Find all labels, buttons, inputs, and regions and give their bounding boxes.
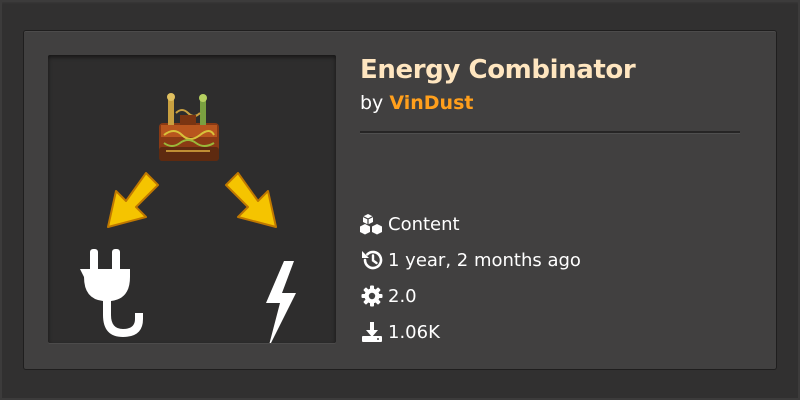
category-text: Content <box>388 213 460 235</box>
divider <box>360 131 740 133</box>
history-icon <box>360 248 388 272</box>
page-frame: Energy Combinator by VinDust Content 1 y… <box>0 0 800 400</box>
cubes-icon <box>360 212 388 236</box>
mod-card[interactable]: Energy Combinator by VinDust Content 1 y… <box>24 31 776 369</box>
mod-byline: by VinDust <box>360 92 473 114</box>
updated-text: 1 year, 2 months ago <box>388 249 581 271</box>
thumbnail-image <box>80 93 296 343</box>
mod-info: Energy Combinator by VinDust Content 1 y… <box>360 31 740 369</box>
mod-meta-list: Content 1 year, 2 months ago 2.0 1.06K <box>360 206 740 350</box>
mod-title[interactable]: Energy Combinator <box>360 55 636 85</box>
lightning-bolt-icon <box>266 261 296 343</box>
updated-row: 1 year, 2 months ago <box>360 242 740 278</box>
author-link[interactable]: VinDust <box>389 92 473 114</box>
version-row: 2.0 <box>360 278 740 314</box>
power-plug-icon <box>80 249 143 337</box>
gear-icon <box>360 284 388 308</box>
arrow-down-left-icon <box>107 172 159 228</box>
downloads-row: 1.06K <box>360 314 740 350</box>
combinator-device-icon <box>159 93 219 161</box>
download-icon <box>360 320 388 344</box>
downloads-text: 1.06K <box>388 321 440 343</box>
arrow-down-right-icon <box>225 172 277 228</box>
category-row: Content <box>360 206 740 242</box>
version-text: 2.0 <box>388 285 417 307</box>
by-label: by <box>360 92 384 114</box>
mod-thumbnail[interactable] <box>48 55 336 343</box>
